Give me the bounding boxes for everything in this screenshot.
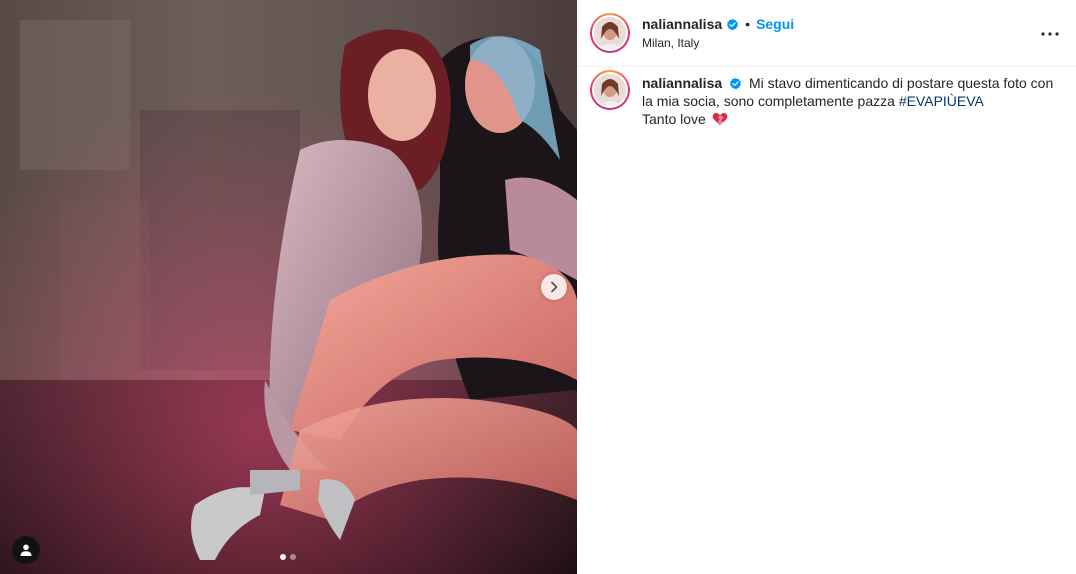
more-options-icon bbox=[1041, 32, 1059, 36]
separator-dot: • bbox=[745, 16, 751, 32]
profile-picture bbox=[594, 74, 626, 106]
tagged-users-button[interactable] bbox=[12, 536, 40, 564]
caption-text: naliannalisa Mi stavo dimenticando di po… bbox=[642, 70, 1062, 128]
avatar-image bbox=[592, 72, 628, 108]
post-caption: naliannalisa Mi stavo dimenticando di po… bbox=[577, 67, 1076, 128]
caption-second-line: Tanto love bbox=[642, 111, 706, 127]
carousel-dot-active bbox=[280, 554, 286, 560]
post-header: naliannalisa • Segui Milan, Italy bbox=[577, 0, 1076, 67]
hashtag-link[interactable]: #EVAPIÙEVA bbox=[899, 93, 984, 109]
header-text: naliannalisa • Segui Milan, Italy bbox=[642, 15, 794, 51]
user-tag-icon bbox=[20, 544, 32, 556]
avatar-image bbox=[592, 15, 628, 51]
chevron-right-icon bbox=[551, 281, 558, 293]
profile-picture bbox=[594, 17, 626, 49]
carousel-next-button[interactable] bbox=[541, 274, 567, 300]
carousel-dot bbox=[290, 554, 296, 560]
caption-avatar[interactable] bbox=[590, 70, 630, 110]
location-link[interactable]: Milan, Italy bbox=[642, 35, 794, 51]
username-link[interactable]: naliannalisa bbox=[642, 15, 722, 33]
username-row: naliannalisa • Segui bbox=[642, 15, 794, 33]
caption-username-link[interactable]: naliannalisa bbox=[642, 75, 722, 91]
avatar[interactable] bbox=[590, 13, 630, 53]
more-options-button[interactable] bbox=[1038, 22, 1062, 46]
verified-badge-icon bbox=[730, 77, 742, 90]
post-photo bbox=[0, 0, 577, 574]
verified-badge-icon bbox=[727, 18, 739, 30]
carousel-indicator bbox=[280, 554, 296, 560]
post-media[interactable] bbox=[0, 0, 577, 574]
post-details-panel: naliannalisa • Segui Milan, Italy nalian… bbox=[577, 0, 1076, 574]
follow-button[interactable]: Segui bbox=[756, 15, 794, 33]
heart-emoji-icon bbox=[712, 113, 728, 126]
